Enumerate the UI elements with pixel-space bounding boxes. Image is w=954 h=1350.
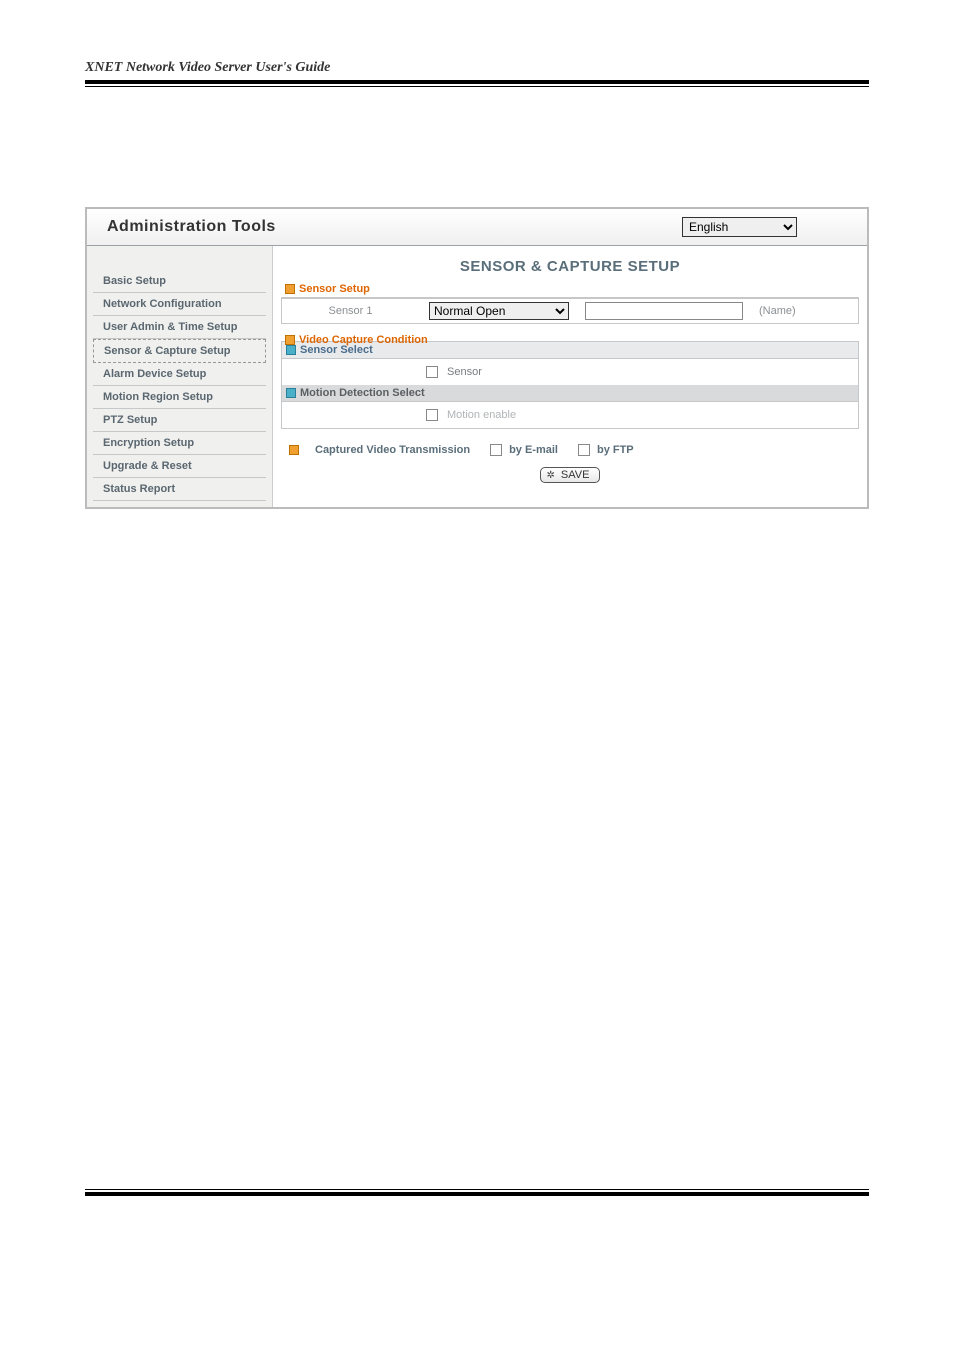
content-title: SENSOR & CAPTURE SETUP xyxy=(281,258,859,275)
email-checkbox[interactable] xyxy=(490,444,502,456)
transmission-row: Captured Video Transmission by E-mail by… xyxy=(281,437,859,463)
motion-detection-header: Motion Detection Select xyxy=(282,385,858,402)
top-divider xyxy=(85,80,869,87)
gear-icon: ✲ xyxy=(547,470,555,481)
sidebar-ptz[interactable]: PTZ Setup xyxy=(93,409,266,432)
bullet-icon xyxy=(286,345,296,355)
email-label: by E-mail xyxy=(509,444,558,456)
sensor-setup-label: Sensor Setup xyxy=(299,283,370,295)
sidebar: Basic Setup Network Configuration User A… xyxy=(87,246,273,507)
sidebar-network-config[interactable]: Network Configuration xyxy=(93,293,266,316)
language-select[interactable]: English xyxy=(682,217,797,237)
sensor1-label: Sensor 1 xyxy=(288,305,413,317)
motion-enable-checkbox[interactable] xyxy=(426,409,438,421)
save-button[interactable]: ✲ SAVE xyxy=(540,467,601,483)
sensor-check-label: Sensor xyxy=(447,366,482,378)
ftp-checkbox[interactable] xyxy=(578,444,590,456)
motion-enable-label: Motion enable xyxy=(447,409,516,421)
sidebar-upgrade-reset[interactable]: Upgrade & Reset xyxy=(93,455,266,478)
sidebar-sensor-capture[interactable]: Sensor & Capture Setup xyxy=(93,339,266,363)
content-pane: SENSOR & CAPTURE SETUP Sensor Setup Sens… xyxy=(273,246,867,495)
ftp-label: by FTP xyxy=(597,444,634,456)
sidebar-encryption[interactable]: Encryption Setup xyxy=(93,432,266,455)
bullet-icon xyxy=(285,335,295,345)
admin-header: Administration Tools English xyxy=(87,209,867,246)
transmission-label: Captured Video Transmission xyxy=(315,444,470,456)
sidebar-alarm-device[interactable]: Alarm Device Setup xyxy=(93,363,266,386)
sensor-mode-select[interactable]: Normal Open xyxy=(429,302,569,320)
sensor-select-header: Sensor Select xyxy=(282,342,858,359)
bullet-icon xyxy=(289,445,299,455)
video-capture-section: Sensor Select Sensor Motion Detection Se… xyxy=(281,341,859,429)
sidebar-status-report[interactable]: Status Report xyxy=(93,478,266,501)
sidebar-motion-region[interactable]: Motion Region Setup xyxy=(93,386,266,409)
bullet-icon xyxy=(285,284,295,294)
sidebar-user-time[interactable]: User Admin & Time Setup xyxy=(93,316,266,339)
doc-title: XNET Network Video Server User's Guide xyxy=(85,60,869,76)
admin-tools-panel: Administration Tools English Basic Setup… xyxy=(85,207,869,509)
bullet-icon xyxy=(286,388,296,398)
sensor-select-label: Sensor Select xyxy=(300,344,373,356)
sidebar-basic-setup[interactable]: Basic Setup xyxy=(93,270,266,293)
name-label: (Name) xyxy=(759,305,796,317)
motion-detection-label: Motion Detection Select xyxy=(300,387,425,399)
sensor-checkbox[interactable] xyxy=(426,366,438,378)
sensor-setup-header: Sensor Setup xyxy=(281,281,859,298)
bottom-divider xyxy=(85,1189,869,1196)
sensor-setup-section: Sensor 1 Normal Open (Name) xyxy=(281,298,859,324)
admin-title: Administration Tools xyxy=(107,218,276,236)
save-label: SAVE xyxy=(561,469,590,481)
sensor-name-input[interactable] xyxy=(585,302,743,320)
